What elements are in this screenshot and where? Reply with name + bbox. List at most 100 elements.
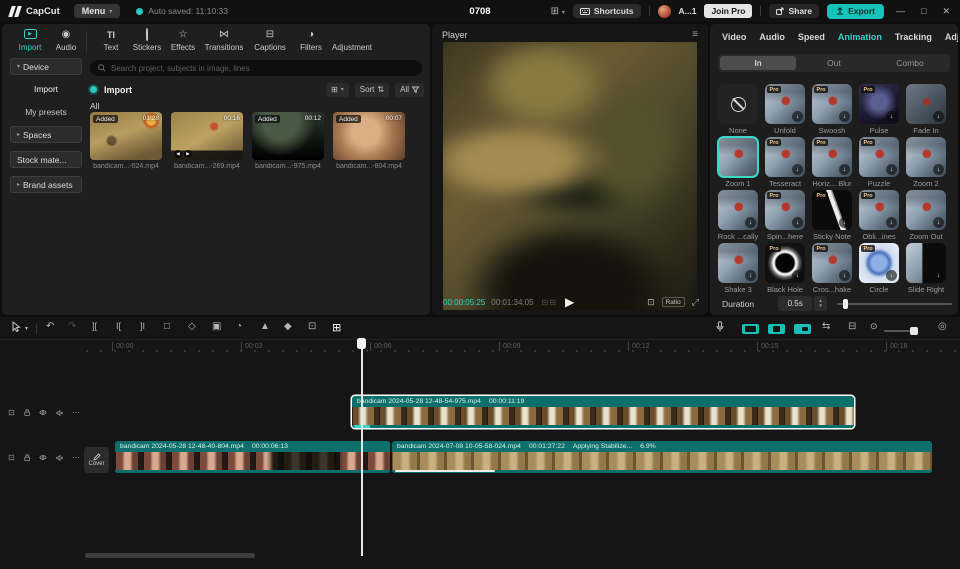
effect-slide-right[interactable]: ↓: [906, 243, 946, 283]
tab-transitions[interactable]: ⋈ Transitions: [201, 29, 247, 52]
delete-icon[interactable]: □: [164, 321, 170, 332]
overlay-icon[interactable]: ▣: [212, 321, 221, 332]
join-pro-button[interactable]: Join Pro: [704, 4, 752, 18]
track-view-mode-3-icon[interactable]: [794, 324, 811, 334]
effect-black-hole[interactable]: Pro↓: [765, 243, 805, 283]
media-card[interactable]: 00:16 ◀▶: [171, 112, 243, 160]
effect-pulse[interactable]: Pro↓: [859, 84, 899, 124]
mute-track-icon[interactable]: [56, 454, 63, 462]
preview-controls[interactable]: ◀▶: [174, 150, 192, 158]
play-button[interactable]: ▶: [565, 295, 574, 309]
effect-fade-in[interactable]: ↓: [906, 84, 946, 124]
playhead-line[interactable]: [361, 340, 363, 556]
hide-track-icon[interactable]: [39, 454, 47, 461]
sidebar-item-import[interactable]: Import: [10, 84, 82, 94]
avatar[interactable]: [658, 5, 671, 18]
effect-rock[interactable]: ↓: [718, 190, 758, 230]
video-preview[interactable]: [443, 42, 697, 310]
tab-captions[interactable]: ⊟ Captions: [247, 29, 293, 52]
menu-button[interactable]: Menu ▾: [74, 4, 121, 18]
speed-icon[interactable]: ◔: [236, 321, 242, 332]
duration-value[interactable]: 0.5s: [778, 296, 812, 311]
tab-adjustment-truncated[interactable]: Adju: [945, 32, 958, 42]
effect-swoosh[interactable]: Pro↓: [812, 84, 852, 124]
tab-effects[interactable]: ☆ Effects: [165, 29, 201, 52]
fullscreen-icon[interactable]: ⤢: [692, 297, 699, 308]
export-button[interactable]: Export: [827, 4, 884, 19]
playhead-handle[interactable]: [357, 338, 366, 349]
track-view-mode-1-icon[interactable]: [742, 324, 759, 334]
effect-spin[interactable]: Pro↓: [765, 190, 805, 230]
media-card[interactable]: Added 00:07: [333, 112, 405, 160]
tab-video[interactable]: Video: [722, 32, 746, 42]
close-button[interactable]: ✕: [938, 6, 954, 17]
lock-icon[interactable]: [24, 453, 30, 462]
workspace-layout-icon[interactable]: ⊞ ▾: [551, 6, 565, 17]
trim-left-icon[interactable]: I[: [116, 321, 121, 331]
edit-cover-button[interactable]: Cover: [84, 447, 109, 473]
effect-puzzle[interactable]: Pro↓: [859, 137, 899, 177]
frame-step-icons[interactable]: ⊟⊟: [542, 298, 557, 307]
account-label[interactable]: A...1: [679, 6, 697, 16]
effect-zoom-out[interactable]: ↓: [906, 190, 946, 230]
duration-slider-handle[interactable]: [843, 299, 848, 309]
track-view-mode-2-icon[interactable]: [768, 324, 785, 334]
timeline-clip-024[interactable]: bandicam 2024-07-08 10-05-58-024.mp4 00:…: [392, 441, 932, 473]
select-tool-caret[interactable]: ▾: [25, 325, 28, 332]
tab-tracking[interactable]: Tracking: [895, 32, 932, 42]
sidebar-item-spaces[interactable]: ▸ Spaces: [10, 126, 82, 143]
effect-none[interactable]: [718, 84, 758, 124]
track-more-icon[interactable]: ⋯: [72, 453, 80, 462]
tab-speed[interactable]: Speed: [798, 32, 825, 42]
filter-all-button[interactable]: All: [395, 83, 424, 97]
timeline-clip-804[interactable]: bandicam 2024-05-28 12-48-40-804.mp4 00:…: [115, 441, 390, 473]
sidebar-item-brand-assets[interactable]: ▸ Brand assets: [10, 176, 82, 193]
subtab-out[interactable]: Out: [796, 56, 872, 70]
duration-stepper[interactable]: ▲▼: [814, 296, 827, 311]
subtab-in[interactable]: In: [720, 56, 796, 70]
view-mode-button[interactable]: ⊞▾: [326, 83, 349, 97]
tab-import[interactable]: ▶ Import: [12, 29, 48, 52]
sort-button[interactable]: Sort⇅: [355, 83, 389, 97]
expand-clips-icon[interactable]: ⇆: [822, 321, 830, 332]
sidebar-item-stock-materials[interactable]: Stock mate...: [10, 151, 82, 168]
timeline-clip-975[interactable]: bandicam 2024-05-28 12-48-54-975.mp4 00:…: [352, 396, 854, 428]
timeline-zoom-handle[interactable]: [910, 327, 918, 335]
redo-icon[interactable]: ↷: [68, 321, 76, 332]
effect-zoom-2[interactable]: ↓: [906, 137, 946, 177]
prev-frame-icon[interactable]: ◀: [174, 150, 182, 158]
ratio-button[interactable]: Ratio: [662, 297, 685, 307]
share-button[interactable]: Share: [769, 4, 819, 18]
track-more-icon[interactable]: ⋯: [72, 408, 80, 417]
timeline-ruler[interactable]: 00:00 00:03 00:06 00:09 00:12 00:15 00:1…: [80, 341, 960, 354]
maximize-button[interactable]: □: [917, 6, 930, 16]
fit-frame-icon[interactable]: ⊡: [647, 297, 655, 308]
trim-right-icon[interactable]: ]I: [140, 321, 145, 331]
tab-audio[interactable]: ◉ Audio: [48, 29, 84, 52]
auto-layout-icon[interactable]: ⊞: [332, 321, 341, 334]
record-voiceover-icon[interactable]: [716, 321, 724, 335]
mask-icon[interactable]: ◇: [188, 321, 196, 332]
tab-adjustment[interactable]: Adjustment: [329, 29, 375, 52]
search-input[interactable]: Search project, subjects in image, lines: [90, 60, 422, 76]
mute-track-icon[interactable]: [56, 409, 63, 417]
effect-unfold[interactable]: Pro↓: [765, 84, 805, 124]
minimize-button[interactable]: —: [892, 6, 909, 16]
zoom-out-timeline-icon[interactable]: ⊙: [870, 321, 878, 332]
timeline-horizontal-scrollbar[interactable]: [85, 553, 255, 558]
tab-text[interactable]: TI Text: [93, 29, 129, 52]
shortcuts-button[interactable]: Shortcuts: [573, 4, 641, 18]
hide-track-icon[interactable]: [39, 409, 47, 416]
effect-oblique-lines[interactable]: Pro↓: [859, 190, 899, 230]
player-menu-icon[interactable]: ≡: [692, 29, 698, 40]
keyframe-icon[interactable]: ◆: [284, 321, 292, 332]
media-card[interactable]: Added 01:28: [90, 112, 162, 160]
crop-icon[interactable]: ⊡: [308, 321, 316, 332]
tab-stickers[interactable]: Stickers: [129, 29, 165, 52]
tab-animation[interactable]: Animation: [838, 32, 882, 42]
effect-zoom-1-selected[interactable]: [718, 137, 758, 177]
undo-icon[interactable]: ↶: [46, 321, 54, 332]
preview-axis-icon[interactable]: ⊟: [848, 321, 856, 332]
select-tool-icon[interactable]: [12, 321, 21, 335]
effect-tesseract[interactable]: Pro↓: [765, 137, 805, 177]
